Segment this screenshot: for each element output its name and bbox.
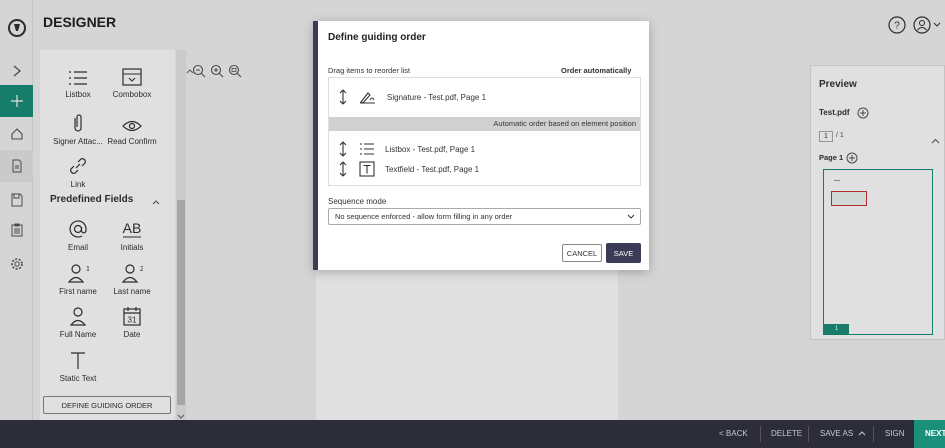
guiding-order-dialog: Define guiding order Drag items to reord… xyxy=(313,21,649,270)
divider xyxy=(808,426,809,442)
sequence-mode-value: No sequence enforced - allow form fillin… xyxy=(335,212,513,221)
drag-handle-icon[interactable] xyxy=(337,141,349,157)
list-item-signature[interactable]: Signature - Test.pdf, Page 1 xyxy=(329,78,642,116)
divider xyxy=(760,426,761,442)
cancel-button[interactable]: CANCEL xyxy=(562,244,602,262)
chevron-up-icon xyxy=(859,431,866,436)
item-label: Textfield - Test.pdf, Page 1 xyxy=(385,164,480,174)
item-label: Signature - Test.pdf, Page 1 xyxy=(387,92,487,102)
item-label: Listbox - Test.pdf, Page 1 xyxy=(385,144,476,154)
sign-button[interactable]: SIGN xyxy=(885,420,905,448)
drag-instructions: Drag items to reorder list xyxy=(328,66,411,75)
textfield-icon xyxy=(359,161,375,177)
list-item-listbox[interactable]: Listbox - Test.pdf, Page 1 xyxy=(329,138,642,160)
next-button[interactable]: NEXT xyxy=(914,420,945,448)
drag-handle-icon[interactable] xyxy=(337,161,349,177)
delete-button[interactable]: DELETE xyxy=(771,420,802,448)
save-as-button[interactable]: SAVE AS xyxy=(820,420,866,448)
save-as-label: SAVE AS xyxy=(820,429,854,438)
drag-handle-icon[interactable] xyxy=(337,89,349,105)
back-button[interactable]: < BACK xyxy=(719,420,748,448)
sequence-mode-label: Sequence mode xyxy=(328,197,387,206)
bottom-action-bar: < BACK DELETE SAVE AS SIGN NEXT xyxy=(0,420,945,448)
signature-icon xyxy=(360,92,375,104)
order-automatically-link[interactable]: Order automatically xyxy=(561,66,631,75)
auto-order-divider: Automatic order based on element positio… xyxy=(329,117,640,131)
sequence-mode-select[interactable]: No sequence enforced - allow form fillin… xyxy=(328,208,641,225)
list-item-textfield[interactable]: Textfield - Test.pdf, Page 1 xyxy=(329,158,642,180)
dialog-title: Define guiding order xyxy=(328,32,426,43)
order-list: Signature - Test.pdf, Page 1 Automatic o… xyxy=(328,77,641,186)
save-button[interactable]: SAVE xyxy=(606,243,641,263)
divider xyxy=(873,426,874,442)
listbox-icon xyxy=(360,143,374,155)
chevron-down-icon xyxy=(627,214,635,219)
